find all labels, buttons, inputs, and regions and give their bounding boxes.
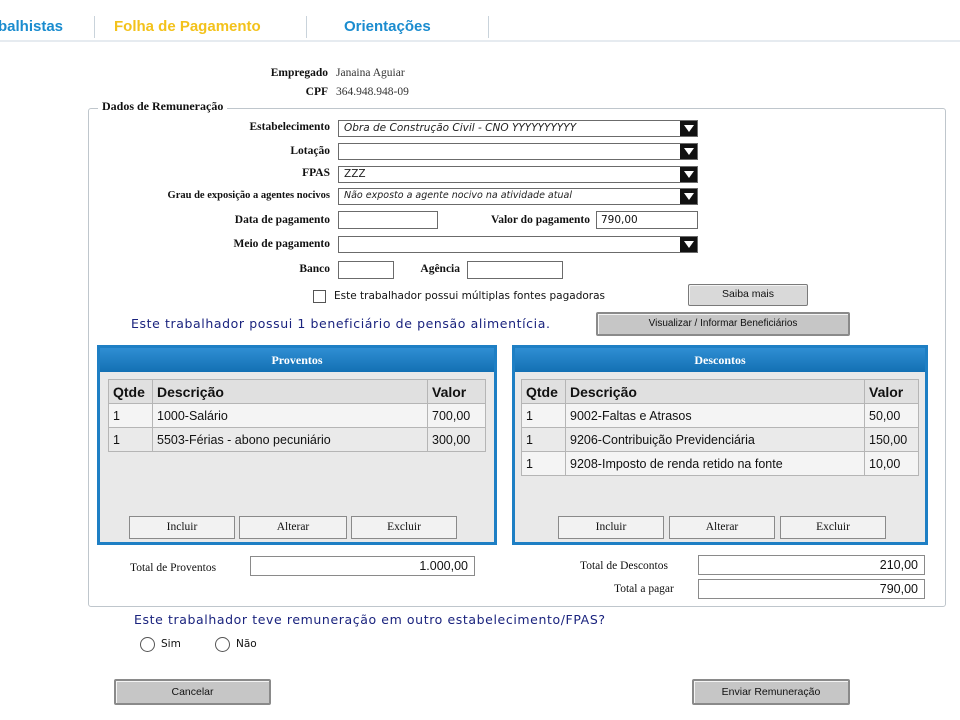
row-qtde: 1: [521, 451, 566, 476]
descontos-incluir-button[interactable]: Incluir: [558, 516, 664, 539]
chevron-down-icon: [680, 237, 697, 252]
descontos-button-bar: Incluir Alterar Excluir: [515, 516, 925, 539]
estabelecimento-select-value: Obra de Construção Civil - CNO YYYYYYYYY…: [344, 122, 577, 134]
row-qtde: 1: [521, 427, 566, 452]
table-row[interactable]: 1 1000-Salário 700,00: [108, 403, 486, 428]
descontos-excluir-button[interactable]: Excluir: [780, 516, 886, 539]
column-header-qtde: Qtde: [108, 379, 153, 404]
estabelecimento-label: Estabelecimento: [249, 121, 330, 133]
table-row[interactable]: 1 9208-Imposto de renda retido na fonte …: [521, 451, 919, 476]
tab-separator: [488, 16, 489, 38]
agencia-input[interactable]: [467, 261, 563, 279]
lotacao-label: Lotação: [290, 145, 330, 157]
total-descontos-field: 210,00: [698, 555, 925, 575]
descontos-title: Descontos: [515, 348, 925, 372]
tab-separator: [306, 16, 307, 38]
row-descricao: 1000-Salário: [152, 403, 428, 428]
proventos-table: Qtde Descrição Valor 1 1000-Salário 700,…: [108, 379, 486, 452]
row-qtde: 1: [521, 403, 566, 428]
row-valor: 50,00: [864, 403, 919, 428]
cpf-label: CPF: [305, 86, 328, 98]
table-row[interactable]: 1 9002-Faltas e Atrasos 50,00: [521, 403, 919, 428]
valor-pagamento-label: Valor do pagamento: [490, 214, 590, 226]
nav-divider: [0, 40, 960, 42]
row-valor: 10,00: [864, 451, 919, 476]
proventos-excluir-button[interactable]: Excluir: [351, 516, 457, 539]
remuneration-legend: Dados de Remuneração: [98, 99, 228, 114]
banco-label: Banco: [299, 263, 330, 275]
row-descricao: 9002-Faltas e Atrasos: [565, 403, 865, 428]
cancelar-button[interactable]: Cancelar: [114, 679, 271, 705]
meio-pagamento-label: Meio de pagamento: [233, 238, 330, 250]
total-pagar-field: 790,00: [698, 579, 925, 599]
table-row[interactable]: 1 5503-Férias - abono pecuniário 300,00: [108, 427, 486, 452]
meio-pagamento-select[interactable]: [338, 236, 698, 253]
row-qtde: 1: [108, 403, 153, 428]
total-proventos-label: Total de Proventos: [130, 562, 217, 574]
grau-exposicao-label: Grau de exposição a agentes nocivos: [167, 190, 330, 201]
descontos-panel: Descontos Qtde Descrição Valor 1 9002-Fa…: [512, 345, 928, 545]
chevron-down-icon: [680, 121, 697, 136]
fpas-label: FPAS: [302, 167, 330, 179]
table-header: Qtde Descrição Valor: [108, 379, 486, 404]
chevron-down-icon: [680, 144, 697, 159]
row-descricao: 9206-Contribuição Previdenciária: [565, 427, 865, 452]
data-pagamento-input[interactable]: [338, 211, 438, 229]
radio-sim[interactable]: [140, 637, 155, 652]
estabelecimento-select[interactable]: Obra de Construção Civil - CNO YYYYYYYYY…: [338, 120, 698, 137]
descontos-table: Qtde Descrição Valor 1 9002-Faltas e Atr…: [521, 379, 919, 476]
proventos-alterar-button[interactable]: Alterar: [239, 516, 347, 539]
tab-trabalhistas[interactable]: balhistas: [0, 18, 63, 35]
data-pagamento-label: Data de pagamento: [234, 214, 330, 226]
multiplas-fontes-label: Este trabalhador possui múltiplas fontes…: [334, 290, 606, 302]
employee-name-value: Janaina Aguiar: [336, 67, 405, 79]
tab-orientacoes[interactable]: Orientações: [344, 18, 431, 35]
row-valor: 700,00: [427, 403, 486, 428]
chevron-down-icon: [680, 167, 697, 182]
total-descontos-label: Total de Descontos: [580, 560, 668, 572]
proventos-button-bar: Incluir Alterar Excluir: [100, 516, 494, 539]
proventos-panel: Proventos Qtde Descrição Valor 1 1000-Sa…: [97, 345, 497, 545]
banco-input[interactable]: [338, 261, 394, 279]
radio-nao-label: Não: [236, 638, 257, 650]
chevron-down-icon: [680, 189, 697, 204]
proventos-title: Proventos: [100, 348, 494, 372]
pensao-info-text: Este trabalhador possui 1 beneficiário d…: [131, 316, 551, 331]
visualizar-beneficiarios-button[interactable]: Visualizar / Informar Beneficiários: [596, 312, 850, 336]
tab-separator: [94, 16, 95, 38]
row-descricao: 9208-Imposto de renda retido na fonte: [565, 451, 865, 476]
radio-nao[interactable]: [215, 637, 230, 652]
agencia-label: Agência: [420, 263, 460, 275]
radio-sim-label: Sim: [161, 638, 181, 650]
proventos-incluir-button[interactable]: Incluir: [129, 516, 235, 539]
multiplas-fontes-checkbox[interactable]: [313, 290, 326, 303]
table-row[interactable]: 1 9206-Contribuição Previdenciária 150,0…: [521, 427, 919, 452]
fpas-select-value: ZZZ: [344, 168, 366, 180]
grau-exposicao-select[interactable]: Não exposto a agente nocivo na atividade…: [338, 188, 698, 205]
top-navigation: balhistas Folha de Pagamento Orientações: [0, 0, 960, 44]
column-header-valor: Valor: [864, 379, 919, 404]
descontos-alterar-button[interactable]: Alterar: [669, 516, 775, 539]
total-proventos-field: 1.000,00: [250, 556, 475, 576]
enviar-remuneracao-button[interactable]: Enviar Remuneração: [692, 679, 850, 705]
cpf-value: 364.948.948-09: [336, 86, 409, 98]
employee-name-label: Empregado: [270, 67, 328, 79]
valor-pagamento-input[interactable]: 790,00: [596, 211, 698, 229]
tab-folha-de-pagamento[interactable]: Folha de Pagamento: [114, 18, 261, 35]
lotacao-select[interactable]: [338, 143, 698, 160]
column-header-descricao: Descrição: [152, 379, 428, 404]
row-valor: 300,00: [427, 427, 486, 452]
row-descricao: 5503-Férias - abono pecuniário: [152, 427, 428, 452]
fpas-select[interactable]: ZZZ: [338, 166, 698, 183]
outro-estabelecimento-question: Este trabalhador teve remuneração em out…: [134, 612, 606, 627]
row-valor: 150,00: [864, 427, 919, 452]
grau-exposicao-select-value: Não exposto a agente nocivo na atividade…: [344, 190, 572, 201]
saiba-mais-button[interactable]: Saiba mais: [688, 284, 808, 306]
total-pagar-label: Total a pagar: [614, 583, 674, 595]
row-qtde: 1: [108, 427, 153, 452]
column-header-qtde: Qtde: [521, 379, 566, 404]
column-header-valor: Valor: [427, 379, 486, 404]
table-header: Qtde Descrição Valor: [521, 379, 919, 404]
column-header-descricao: Descrição: [565, 379, 865, 404]
